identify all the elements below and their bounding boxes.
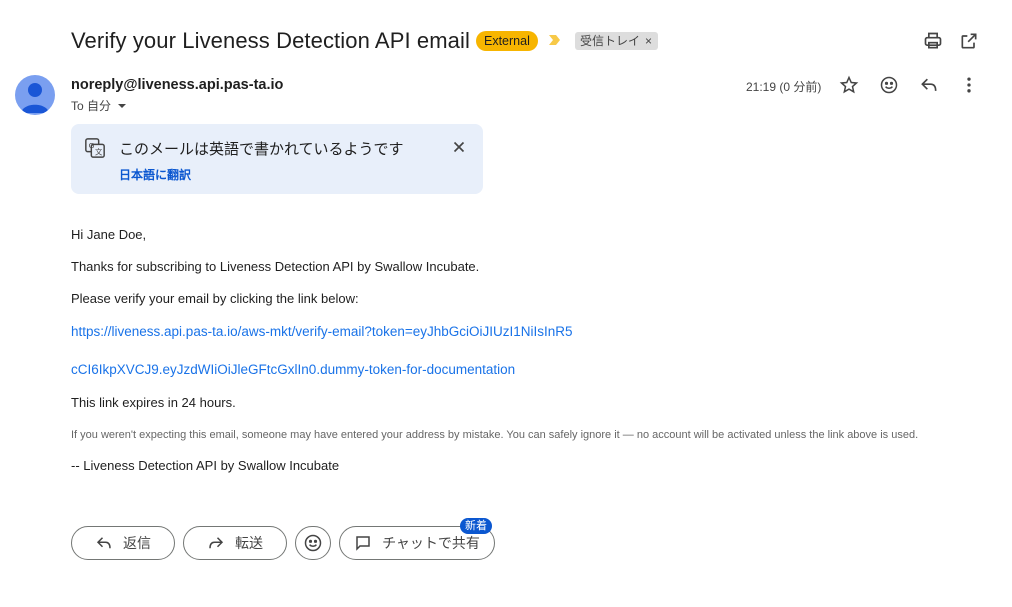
email-subject: Verify your Liveness Detection API email [71,28,470,53]
expiry-note: This link expires in 24 hours. [71,395,236,410]
translate-link[interactable]: 日本語に翻訳 [119,166,191,183]
share-to-chat-label: チャットで共有 [382,535,480,551]
forward-button[interactable]: 転送 [183,526,287,560]
more-vert-icon[interactable] [957,73,981,97]
received-time: 21:19 (0 分前) [746,80,822,94]
label-chip-inbox[interactable]: 受信トレイ × [575,32,659,50]
sender-avatar[interactable] [15,75,55,115]
recipient-details[interactable]: To 自分 [71,97,129,114]
emoji-icon[interactable] [877,73,901,97]
emoji-icon [304,534,322,552]
forward-label: 転送 [235,535,263,551]
open-in-new-icon[interactable] [957,29,981,53]
importance-marker-icon[interactable] [548,33,562,47]
body-line-2: Please verify your email by clicking the… [71,291,359,306]
svg-text:文: 文 [95,147,103,156]
svg-text:G: G [89,141,95,150]
chat-icon [356,536,370,551]
verify-link-line-2[interactable]: cCI6IkpXVCJ9.eyJzdWIiOiJleGFtcGxlIn0.dum… [71,362,515,377]
verify-link-line-1[interactable]: https://liveness.api.pas-ta.io/aws-mkt/v… [71,324,573,339]
forward-icon [209,537,224,549]
to-label: To 自分 [71,99,112,113]
label-chip-text: 受信トレイ [580,34,641,48]
signature: -- Liveness Detection API by Swallow Inc… [71,458,340,473]
translate-icon: G 文 [84,137,106,164]
sender-address[interactable]: noreply@liveness.api.pas-ta.io [71,77,283,93]
label-remove-icon[interactable]: × [645,34,652,48]
greeting: Hi Jane Doe, [71,227,147,242]
translate-message: このメールは英語で書かれているようです [119,141,404,158]
reply-icon [96,537,111,549]
body-line-1: Thanks for subscribing to Liveness Detec… [71,259,480,274]
reply-button[interactable]: 返信 [71,526,175,560]
reply-icon[interactable] [917,73,941,97]
new-badge: 新着 [460,518,492,534]
close-icon[interactable] [447,135,471,159]
reply-label: 返信 [123,535,151,551]
chevron-down-icon[interactable] [115,99,129,113]
emoji-reaction-button[interactable] [295,526,331,560]
translate-banner [71,124,483,194]
disclaimer: If you weren't expecting this email, som… [71,429,919,441]
star-icon[interactable] [837,73,861,97]
external-badge: External [476,31,538,51]
print-icon[interactable] [921,29,945,53]
